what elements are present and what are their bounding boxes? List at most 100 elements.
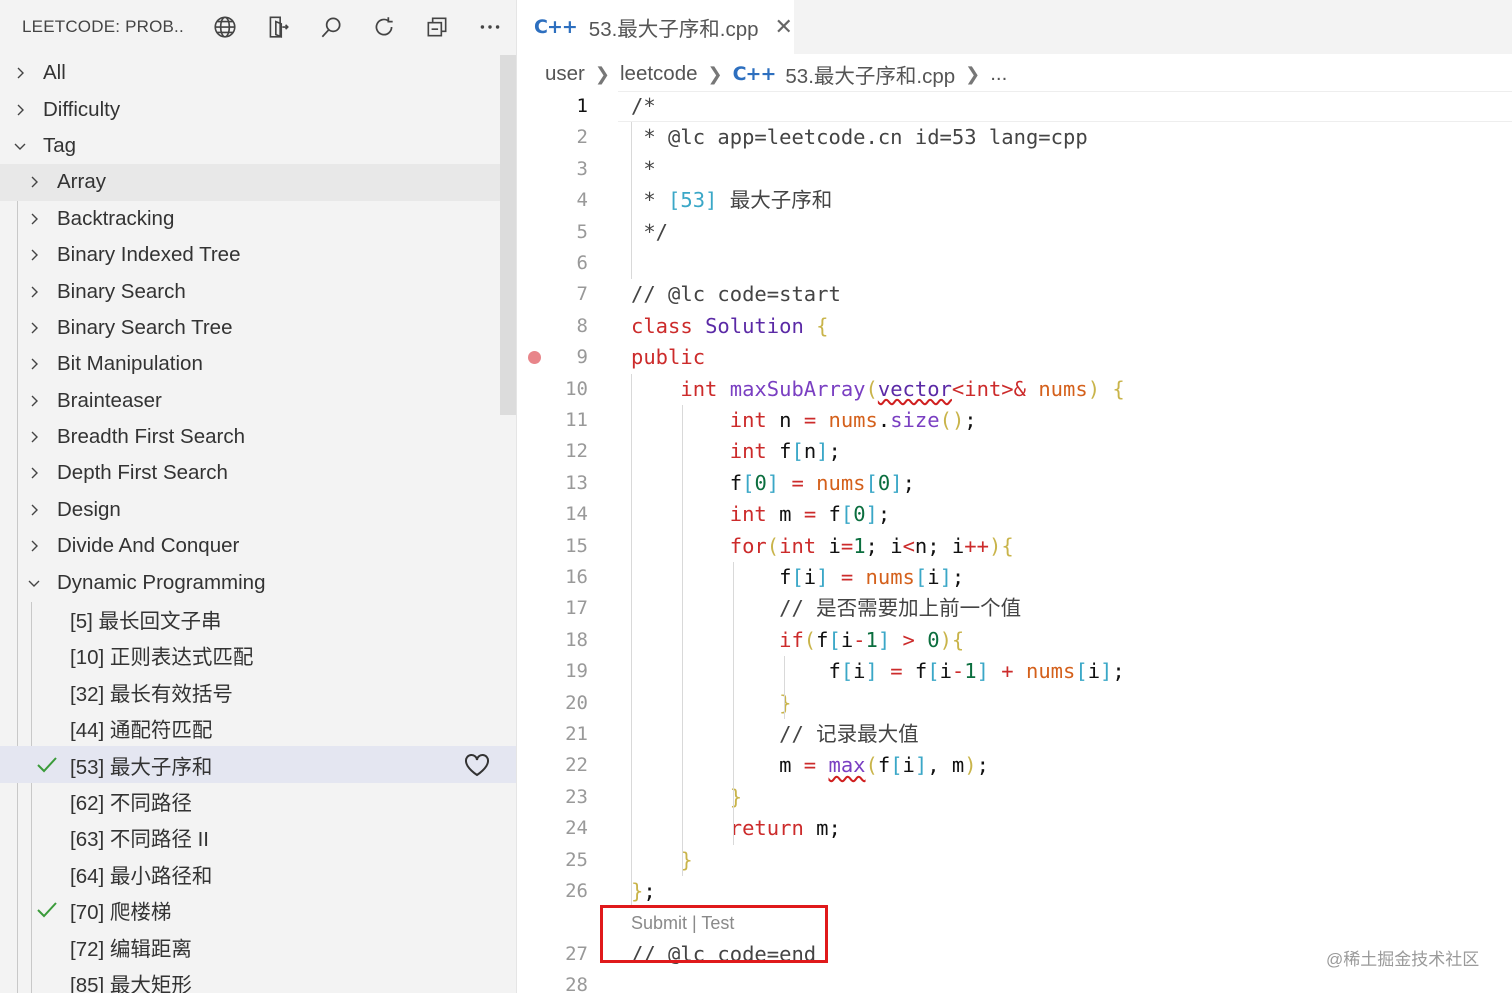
line-number: 20 [565, 691, 588, 714]
close-icon[interactable]: ✕ [775, 14, 793, 40]
code-line[interactable]: 8 class Solution { [518, 311, 1512, 342]
search-icon[interactable] [304, 0, 357, 54]
tree-item-backtracking[interactable]: Backtracking [0, 201, 516, 237]
code-text: }; [631, 879, 656, 903]
tab-title: 53.最大子序和.cpp [588, 18, 759, 41]
line-number: 28 [565, 974, 588, 993]
watermark: @稀土掘金技术社区 [1326, 950, 1480, 969]
line-number: 8 [576, 314, 588, 337]
problem-item[interactable]: [72] 编辑距离 [0, 928, 516, 964]
tree-item-dynamic-programming[interactable]: Dynamic Programming [0, 564, 516, 600]
problem-item[interactable]: [85] 最大矩形 [0, 965, 516, 993]
line-number: 22 [565, 754, 588, 777]
tree-item-binary-indexed-tree[interactable]: Binary Indexed Tree [0, 237, 516, 273]
code-line[interactable]: 26}; [518, 876, 1512, 907]
code-line[interactable]: 6 [518, 248, 1512, 279]
code-text: // 是否需要加上前一个值 [631, 596, 1022, 621]
tree-item-binary-search-tree[interactable]: Binary Search Tree [0, 310, 516, 346]
collapse-all-icon[interactable] [410, 0, 463, 54]
tree-item-array[interactable]: Array [0, 164, 516, 201]
code-line[interactable]: 22 m = max(f[i], m); [518, 750, 1512, 781]
code-line[interactable]: 17 // 是否需要加上前一个值 [518, 593, 1512, 624]
problem-label: [5] 最长回文子串 [70, 610, 222, 634]
line-number: 3 [576, 157, 588, 180]
tree-item-depth-first-search[interactable]: Depth First Search [0, 455, 516, 491]
more-icon[interactable] [463, 0, 516, 54]
problem-item[interactable]: [10] 正则表达式匹配 [0, 637, 516, 673]
refresh-icon[interactable] [357, 0, 410, 54]
tree-item-binary-search[interactable]: Binary Search [0, 273, 516, 309]
annotation-highlight-box [600, 905, 828, 963]
tree-item-divide-and-conquer[interactable]: Divide And Conquer [0, 528, 516, 564]
globe-icon[interactable] [198, 0, 251, 54]
tree-item-tag[interactable]: Tag [0, 128, 516, 164]
line-number: 26 [565, 880, 588, 902]
code-text: f[i] = nums[i]; [631, 565, 965, 589]
code-line[interactable]: 19 f[i] = f[i-1] + nums[i]; [518, 656, 1512, 687]
code-text: int maxSubArray(vector<int>& nums) { [680, 376, 1125, 401]
chevron-right-icon: ❯ [707, 63, 723, 84]
line-number: 7 [576, 283, 588, 306]
code-text: f[0] = nums[0]; [631, 470, 915, 495]
chevron-right-icon [26, 393, 42, 409]
problem-item[interactable]: [62] 不同路径 [0, 783, 516, 819]
code-line[interactable]: 25 } [518, 845, 1512, 876]
breadcrumb-item[interactable]: 53.最大子序和.cpp [785, 59, 955, 89]
code-line[interactable]: 3 * [518, 154, 1512, 185]
tree-item-breadth-first-search[interactable]: Breadth First Search [0, 419, 516, 455]
code-line[interactable]: 15 for(int i=1; i<n; i++){ [518, 531, 1512, 562]
code-line[interactable]: 16 f[i] = nums[i]; [518, 562, 1512, 593]
code-text: if(f[i-1] > 0){ [779, 627, 965, 652]
code-line[interactable]: 2 * @lc app=leetcode.cn id=53 lang=cpp [518, 122, 1512, 153]
code-text: return m; [729, 816, 841, 841]
code-line[interactable]: 24 return m; [518, 813, 1512, 844]
code-line[interactable]: 14 int m = f[0]; [518, 499, 1512, 530]
chevron-right-icon [26, 211, 42, 227]
code-line[interactable]: 23 } [518, 782, 1512, 813]
code-line[interactable]: 28 [518, 970, 1512, 993]
code-line[interactable]: 11 int n = nums.size(); [518, 405, 1512, 436]
code-line[interactable]: 18 if(f[i-1] > 0){ [518, 625, 1512, 656]
sidebar-scrollbar[interactable] [500, 55, 516, 415]
line-number: 24 [565, 817, 588, 840]
problem-label: [10] 正则表达式匹配 [70, 646, 254, 670]
chevron-down-icon [12, 138, 28, 154]
code-line[interactable]: 12 int f[n]; [518, 436, 1512, 467]
code-text: for(int i=1; i<n; i++){ [729, 533, 1014, 558]
problem-item[interactable]: [44] 通配符匹配 [0, 710, 516, 746]
code-line[interactable]: 9 public [518, 342, 1512, 373]
tree-item-all[interactable]: All [0, 55, 516, 91]
indent-guide [631, 373, 632, 908]
tree-item-brainteaser[interactable]: Brainteaser [0, 383, 516, 419]
tree-item-label: Tag [43, 133, 77, 157]
problem-item[interactable]: [32] 最长有效括号 [0, 674, 516, 710]
sign-in-icon[interactable] [251, 0, 304, 54]
problem-item[interactable]: [64] 最小路径和 [0, 856, 516, 892]
code-line[interactable]: 13 f[0] = nums[0]; [518, 468, 1512, 499]
code-line[interactable]: 20 } [518, 688, 1512, 719]
tab-bar: C++ 53.最大子序和.cpp ✕ [518, 0, 1512, 54]
breadcrumb-item[interactable]: leetcode [620, 62, 698, 86]
problem-item-selected[interactable]: [53] 最大子序和 [0, 746, 516, 783]
code-line[interactable]: 1 /* [518, 91, 1512, 123]
tree-item-bit-manipulation[interactable]: Bit Manipulation [0, 346, 516, 382]
code-line[interactable]: 7 // @lc code=start [518, 279, 1512, 310]
code-line[interactable]: 21 // 记录最大值 [518, 719, 1512, 750]
breadcrumb-item[interactable]: user [545, 62, 585, 86]
code-editor: C++ 53.最大子序和.cpp ✕ user ❯ leetcode ❯ C++… [518, 0, 1512, 993]
code-line[interactable]: 10 int maxSubArray(vector<int>& nums) { [518, 374, 1512, 405]
code-line[interactable]: 5 */ [518, 217, 1512, 248]
problem-item[interactable]: [63] 不同路径 II [0, 819, 516, 855]
tree-item-label: Divide And Conquer [57, 534, 240, 558]
tree-item-difficulty[interactable]: Difficulty [0, 91, 516, 127]
problem-item[interactable]: [70] 爬楼梯 [0, 892, 516, 928]
heart-icon[interactable] [463, 752, 491, 778]
editor-tab[interactable]: C++ 53.最大子序和.cpp ✕ [518, 0, 794, 54]
code-line[interactable]: 4 * [53] 最大子序和 [518, 185, 1512, 216]
problem-item[interactable]: [5] 最长回文子串 [0, 601, 516, 637]
tree-item-design[interactable]: Design [0, 492, 516, 528]
tree-item-label: Breadth First Search [57, 425, 245, 449]
leetcode-explorer-sidebar: LEETCODE: PROB... All Difficulty Tag Arr… [0, 0, 517, 993]
chevron-right-icon [26, 356, 42, 372]
breadcrumb-item[interactable]: ... [990, 62, 1007, 86]
